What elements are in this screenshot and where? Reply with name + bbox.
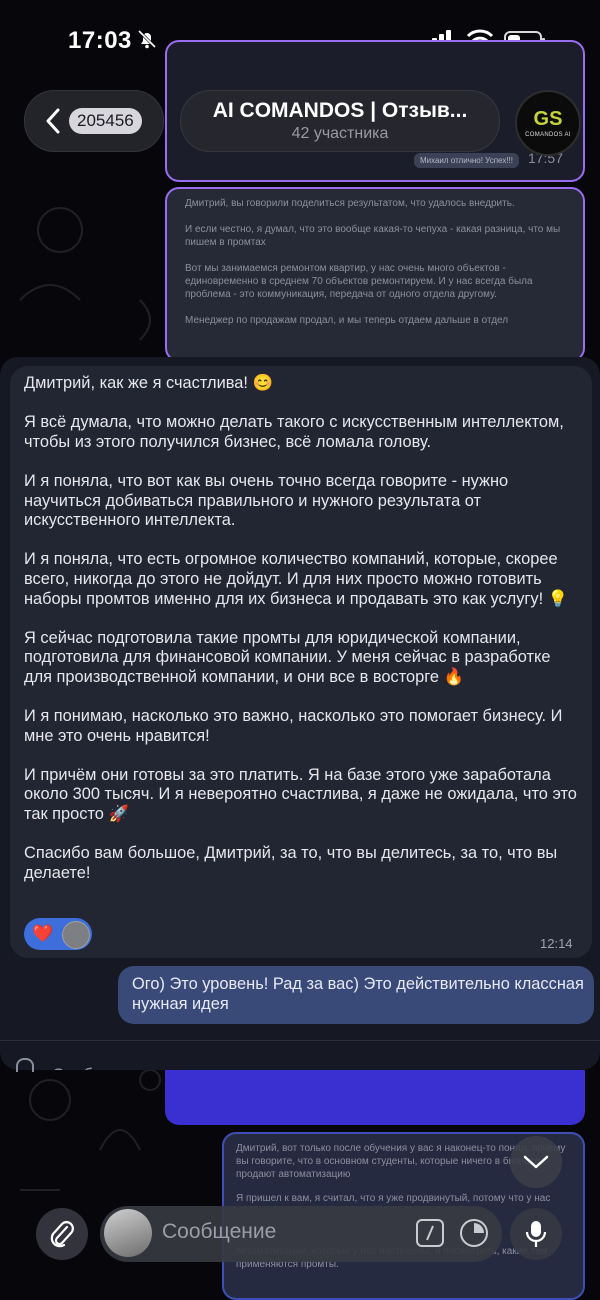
unread-count-badge: 205456 (69, 108, 142, 134)
back-button[interactable]: 205456 (24, 90, 164, 152)
scroll-down-button[interactable] (510, 1136, 562, 1188)
bg-paragraph: Дмитрий, вы говорили поделиться результа… (185, 198, 515, 209)
overlay-divider (0, 1040, 600, 1041)
attach-button[interactable] (36, 1208, 88, 1260)
sender-avatar[interactable] (104, 1209, 152, 1257)
background-message-purple (165, 1070, 585, 1125)
sticker-clock-icon[interactable] (460, 1219, 488, 1247)
message-time: 12:14 (540, 936, 573, 951)
chat-avatar[interactable]: GS COMANDOS AI (515, 90, 581, 156)
quoted-reply: Михаил отлично! Успех!!! (413, 153, 519, 168)
message-input[interactable]: Сообщение (162, 1220, 276, 1244)
microphone-icon (525, 1221, 547, 1247)
logo-mark: GS (533, 107, 563, 130)
microphone-button[interactable] (510, 1208, 562, 1260)
message-paragraph: Спасибо вам большое, Дмитрий, за то, что… (24, 844, 558, 882)
bell-muted-icon (137, 29, 157, 49)
logo-caption: COMANDOS AI (525, 131, 571, 138)
message-paragraph: И я поняла, что вот как вы очень точно в… (24, 471, 509, 530)
status-time: 17:03 (68, 27, 132, 54)
message-paragraph: Я сейчас подготовила такие промты для юр… (24, 628, 551, 686)
command-icon[interactable] (416, 1219, 444, 1247)
bg-paragraph: И если честно, я думал, что это вообще к… (185, 224, 561, 248)
chat-header[interactable]: AI COMANDOS | Отзыв... 42 участника (180, 90, 500, 152)
reactor-avatar (62, 921, 90, 949)
reaction-pill[interactable]: ❤️ (24, 918, 92, 950)
paperclip-icon (50, 1221, 74, 1248)
heart-reaction: ❤️ (32, 924, 54, 943)
bg-paragraph: Менеджер по продажам продал, и мы теперь… (185, 315, 509, 326)
chat-title: AI COMANDOS | Отзыв... (212, 99, 468, 122)
bg-paragraph: Я пришел к вам, я считал, что я уже прод… (236, 1193, 551, 1204)
message-paragraph: И причём они готовы за это платить. Я на… (24, 765, 577, 824)
message-paragraph: Дмитрий, как же я счастлива! 😊 (24, 374, 273, 392)
message-paragraph: Я всё думала, что можно делать такого с … (24, 413, 564, 451)
bg-paragraph: Вот мы занимаемся ремонтом квартир, у на… (185, 263, 533, 300)
overlay-input-placeholder: Сообщение (52, 1062, 145, 1070)
chevron-down-icon (523, 1155, 549, 1169)
chevron-left-icon (46, 108, 60, 134)
focused-message-text: Дмитрий, как же я счастлива! 😊 Я всё дум… (24, 374, 580, 903)
message-paragraph: И я поняла, что есть огромное количество… (24, 550, 569, 608)
background-message-second: Дмитрий, вы говорили поделиться результа… (165, 187, 585, 362)
emoji-icon (16, 1058, 34, 1072)
reply-message-text: Ого) Это уровень! Рад за вас) Это действ… (132, 975, 584, 1013)
message-paragraph: И я понимаю, насколько это важно, наскол… (24, 707, 563, 745)
chat-member-count: 42 участника (291, 125, 389, 142)
